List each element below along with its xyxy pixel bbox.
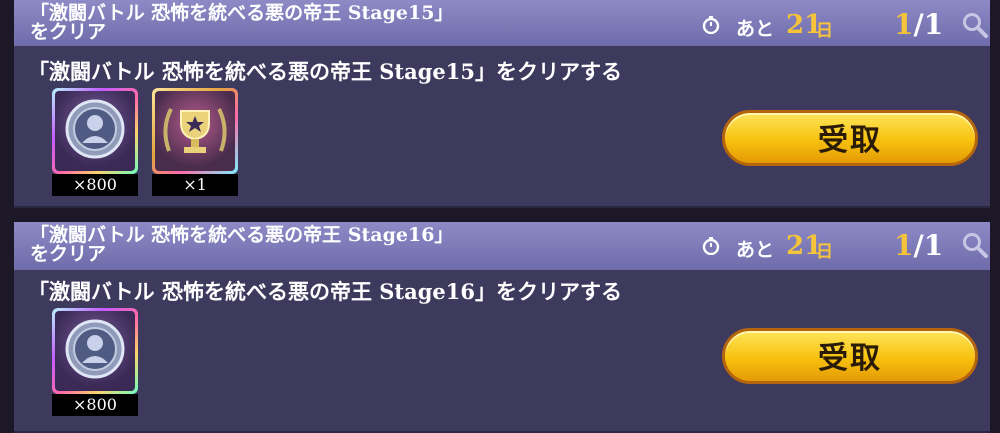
mission-progress: 1/1 (894, 229, 943, 262)
timer-icon (702, 237, 720, 255)
remaining-unit: 日 (816, 21, 833, 41)
remaining-label: あと (736, 18, 775, 40)
reward-frame (52, 88, 138, 174)
remaining-label: あと (736, 239, 775, 261)
mission-header: 「激闘バトル 恐怖を統べる悪の帝王 Stage15」 をクリア あと 21 日 … (14, 0, 990, 46)
magnifier-icon[interactable] (962, 12, 988, 38)
reward-item[interactable]: ×1 (152, 88, 238, 196)
magnifier-icon[interactable] (962, 232, 988, 258)
progress-current: 1 (894, 8, 914, 41)
claim-button[interactable]: 受取 (722, 110, 978, 166)
trophy-icon (163, 108, 227, 153)
mission-header: 「激闘バトル 恐怖を統べる悪の帝王 Stage16」 をクリア あと 21 日 … (14, 222, 990, 270)
mission-title: 「激闘バトル 恐怖を統べる悪の帝王 Stage15」 をクリア (30, 2, 454, 43)
mission-card: 「激闘バトル 恐怖を統べる悪の帝王 Stage16」 をクリア あと 21 日 … (14, 222, 990, 433)
timer-icon (702, 16, 720, 34)
reward-frame (52, 308, 138, 394)
reward-item[interactable]: ×800 (52, 308, 138, 416)
mission-description: 「激闘バトル 恐怖を統べる悪の帝王 Stage16」をクリアする (28, 279, 622, 304)
reward-item[interactable]: ×800 (52, 88, 138, 196)
reward-count: ×800 (52, 174, 138, 196)
mission-card: 「激闘バトル 恐怖を統べる悪の帝王 Stage15」 をクリア あと 21 日 … (14, 0, 990, 208)
medal-coin-icon (65, 319, 125, 379)
progress-total: /1 (913, 8, 944, 41)
remaining-unit: 日 (816, 242, 833, 262)
reward-count: ×1 (152, 174, 238, 196)
mission-progress: 1/1 (894, 8, 943, 41)
medal-coin-icon (65, 99, 125, 159)
progress-current: 1 (894, 229, 914, 262)
progress-total: /1 (913, 229, 944, 262)
mission-title: 「激闘バトル 恐怖を統べる悪の帝王 Stage16」 をクリア (30, 224, 454, 265)
claim-button[interactable]: 受取 (722, 328, 978, 384)
mission-description: 「激闘バトル 恐怖を統べる悪の帝王 Stage15」をクリアする (28, 59, 622, 84)
reward-frame (152, 88, 238, 174)
reward-count: ×800 (52, 394, 138, 416)
